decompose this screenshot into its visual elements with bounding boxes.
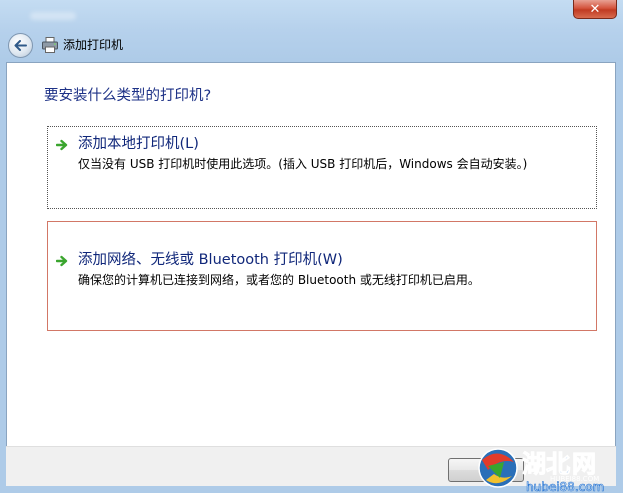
printer-icon [42,37,58,53]
back-arrow-icon [14,40,27,51]
navigation-bar: 添加打印机 [0,30,623,62]
option-title-network: 添加网络、无线或 Bluetooth 打印机(W) [78,252,343,268]
green-arrow-icon [56,139,68,151]
option-description-network: 确保您的计算机已连接到网络，或者您的 Bluetooth 或无线打印机已启用。 [78,273,480,287]
option-description-local: 仅当没有 USB 打印机时使用此选项。(插入 USB 打印机后，Windows … [78,157,528,171]
back-button[interactable] [8,33,33,58]
watermark-brand: 湖北 [522,450,570,478]
option-add-network-printer[interactable]: 添加网络、无线或 Bluetooth 打印机(W) 确保您的计算机已连接到网络，… [47,221,597,331]
option-title-local: 添加本地打印机(L) [78,136,199,152]
option-add-local-printer[interactable]: 添加本地打印机(L) 仅当没有 USB 打印机时使用此选项。(插入 USB 打印… [47,126,597,209]
watermark-emblem [478,448,518,488]
watermark-brand-suffix: 网 [572,450,596,478]
green-arrow-icon [56,255,68,267]
watermark-url: hubei88.com [526,480,604,493]
content-panel: 要安装什么类型的打印机? 添加本地打印机(L) 仅当没有 USB 打印机时使用此… [6,62,616,486]
title-bar-blur [30,12,76,20]
add-printer-window: ✕ 添加打印机 要安装什么类型的打印机? 添加本地打印机(L) 仅当没有 USB… [0,0,623,493]
window-title: 添加打印机 [63,38,124,52]
close-icon: ✕ [589,1,601,17]
close-button[interactable]: ✕ [573,0,617,19]
page-heading: 要安装什么类型的打印机? [44,88,212,104]
title-bar[interactable]: ✕ [0,0,623,30]
watermark-logo: 湖北 网 HUBEI88.COM hubei88.com [478,448,605,493]
